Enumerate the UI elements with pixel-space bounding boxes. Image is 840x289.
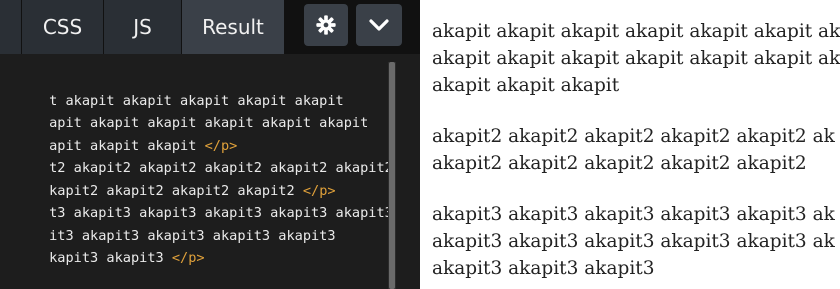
tab-js[interactable]: JS: [104, 0, 182, 54]
editor-pane: CSS JS Result t akapit akapit akapit aka…: [0, 0, 420, 289]
result-paragraph-3: akapit3 akapit3 akapit3 akapit3 akapit3 …: [432, 204, 835, 279]
code-line: kapit2 akapit2 akapit2 akapit2 </p>: [49, 182, 336, 199]
code-line: t3 akapit3 akapit3 akapit3 akapit3 akapi…: [49, 205, 388, 221]
dropdown-button[interactable]: [356, 4, 402, 46]
tab-css-label: CSS: [42, 15, 83, 39]
tab-html[interactable]: [0, 0, 22, 54]
code-line: kapit3 akapit3 </p>: [49, 250, 205, 266]
result-pane: akapit akapit akapit akapit akapit akapi…: [420, 0, 840, 289]
code-line: it3 akapit3 akapit3 akapit3 akapit3: [49, 227, 336, 244]
chevron-down-icon: [369, 19, 389, 31]
code-line: t akapit akapit akapit akapit akapit: [49, 92, 344, 109]
tab-result-label: Result: [202, 15, 264, 39]
code-line: t2 akapit2 akapit2 akapit2 akapit2 akapi…: [49, 160, 388, 176]
result-paragraph-1: akapit akapit akapit akapit akapit akapi…: [432, 21, 840, 96]
code-line: apit akapit akapit akapit akapit akapit: [49, 115, 369, 131]
result-paragraph-2: akapit2 akapit2 akapit2 akapit2 akapit2 …: [432, 126, 835, 174]
code-editor[interactable]: t akapit akapit akapit akapit akapit api…: [0, 64, 388, 289]
tab-result[interactable]: Result: [182, 0, 285, 54]
editor-toolbar: CSS JS Result: [0, 0, 420, 54]
gear-icon: [316, 15, 336, 35]
tab-css[interactable]: CSS: [22, 0, 104, 54]
code-line: apit akapit akapit </p>: [49, 137, 238, 154]
settings-button[interactable]: [304, 4, 348, 46]
editor-scrollbar-thumb[interactable]: [389, 62, 395, 289]
tab-js-label: JS: [133, 15, 152, 39]
